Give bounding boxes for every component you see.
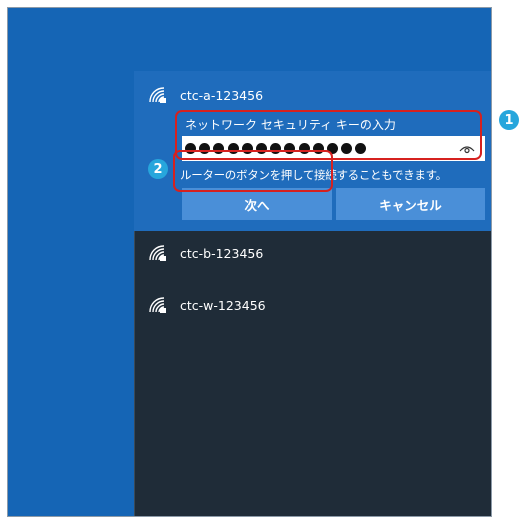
next-button[interactable]: 次へ <box>182 188 332 220</box>
cancel-button[interactable]: キャンセル <box>336 188 485 220</box>
desktop-background: ctc-a-123456 ネットワーク セキュリティ キーの入力 ルーターのボタ… <box>7 7 492 517</box>
reveal-password-eye-icon[interactable] <box>459 144 475 154</box>
wifi-flyout: ctc-a-123456 ネットワーク セキュリティ キーの入力 ルーターのボタ… <box>134 71 491 516</box>
network-ssid: ctc-w-123456 <box>180 297 266 313</box>
step-badge-1: 1 <box>499 110 519 130</box>
network-item-expanded[interactable]: ctc-a-123456 ネットワーク セキュリティ キーの入力 ルーターのボタ… <box>134 71 491 231</box>
step-badge-2: 2 <box>148 159 168 179</box>
network-ssid: ctc-b-123456 <box>180 245 264 261</box>
network-item[interactable]: ctc-w-123456 <box>148 294 266 316</box>
network-row[interactable]: ctc-a-123456 <box>148 84 263 106</box>
network-item[interactable]: ctc-b-123456 <box>148 242 263 264</box>
security-key-input[interactable] <box>182 136 485 161</box>
security-key-label: ネットワーク セキュリティ キーの入力 <box>185 118 396 132</box>
router-button-hint: ルーターのボタンを押して接続することもできます。 <box>180 168 447 182</box>
password-dots <box>185 143 367 154</box>
wifi-signal-icon <box>149 245 166 261</box>
network-ssid: ctc-a-123456 <box>180 87 264 103</box>
wifi-signal-icon <box>149 297 166 313</box>
wifi-signal-icon <box>149 87 166 103</box>
